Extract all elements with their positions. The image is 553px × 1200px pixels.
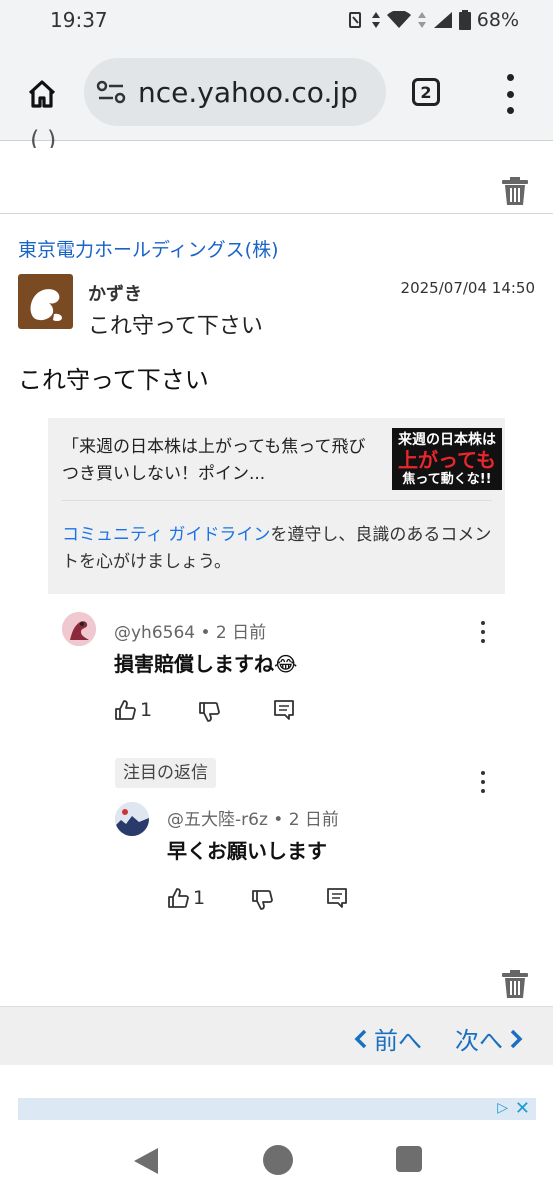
post-date: 2025/07/04 14:50	[400, 279, 535, 297]
site-settings-icon[interactable]	[96, 78, 126, 106]
more-dot	[481, 639, 485, 643]
prev-button[interactable]: 前へ	[354, 1021, 422, 1056]
reply-button[interactable]	[273, 699, 295, 721]
comment-text: 損害賠償しますね😂	[114, 652, 298, 676]
trash-icon	[502, 970, 528, 998]
recents-icon[interactable]	[396, 1146, 422, 1172]
menu-dot	[506, 107, 514, 114]
signal-icon	[433, 12, 452, 28]
url-text: nce.yahoo.co.jp	[138, 76, 358, 109]
tabs-button[interactable]: 2	[412, 78, 440, 106]
post-body: これ守って下さい	[18, 366, 209, 394]
guideline-notice: コミュニティ ガイドラインを遵守し、良識のあるコメントを心がけましょう。	[62, 522, 494, 576]
reply-avatar[interactable]	[115, 802, 149, 836]
stock-link[interactable]: 東京電力ホールディングス(株)	[18, 235, 279, 262]
thumbnail-line3: 焦って動くな!!	[402, 472, 492, 487]
thumbs-down-icon	[252, 890, 273, 910]
username[interactable]: かずき	[88, 280, 142, 306]
home-button[interactable]	[20, 72, 64, 116]
post-title: これ守って下さい	[88, 314, 263, 339]
chevron-left-icon	[354, 1029, 367, 1048]
home-circle-icon[interactable]	[263, 1145, 293, 1175]
delete-button[interactable]	[501, 969, 529, 999]
embed-thumbnail[interactable]: 来週の日本株は 上がっても 焦って動くな!!	[392, 428, 502, 490]
next-button[interactable]: 次へ	[455, 1021, 523, 1056]
chevron-right-icon	[510, 1029, 523, 1048]
more-dot	[481, 771, 485, 775]
data-arrows-icon	[371, 12, 380, 28]
menu-dot	[506, 74, 514, 81]
comment-handle[interactable]: @yh6564 • 2 日前	[114, 618, 266, 643]
status-bar: 19:37 68%	[0, 0, 553, 44]
like-count: 1	[193, 887, 206, 909]
next-label: 次へ	[455, 1027, 503, 1055]
thumbs-down-icon	[199, 702, 220, 722]
embed-card: 「来週の日本株は上がっても焦って飛びつき買いしない！ポイン... 来週の日本株は…	[48, 418, 505, 594]
vibrate-icon	[348, 12, 361, 28]
embed-article-link[interactable]: 「来週の日本株は上がっても焦って飛びつき買いしない！ポイン...	[62, 434, 382, 488]
user-avatar-icon	[30, 289, 62, 322]
tab-count: 2	[420, 82, 432, 102]
dislike-button[interactable]	[251, 889, 273, 911]
signal-arrows-icon	[417, 12, 426, 28]
status-icons: 68%	[347, 9, 519, 31]
divider	[0, 213, 553, 214]
system-nav-bar	[0, 1120, 553, 1200]
menu-button[interactable]	[500, 74, 520, 114]
browser-toolbar: nce.yahoo.co.jp 2	[0, 44, 553, 141]
thumbnail-line2: 上がっても	[398, 448, 496, 472]
pager: 前へ 次へ	[0, 1006, 553, 1065]
home-icon	[28, 80, 56, 108]
comment-more-button[interactable]	[480, 621, 486, 643]
adchoices-icon[interactable]: ▷	[497, 1100, 508, 1116]
dislike-button[interactable]	[198, 701, 220, 723]
like-button[interactable]: 1	[114, 699, 152, 721]
more-dot	[481, 621, 485, 625]
more-dot	[481, 780, 485, 784]
reply-text: 早くお願いします	[167, 839, 327, 863]
landscape-avatar-icon	[115, 802, 149, 836]
delete-button[interactable]	[501, 176, 529, 206]
trash-icon	[502, 177, 528, 205]
guideline-link[interactable]: コミュニティ ガイドライン	[62, 525, 270, 545]
status-time: 19:37	[50, 8, 108, 32]
more-dot	[481, 789, 485, 793]
reply-handle[interactable]: @五大陸-r6z • 2 日前	[167, 805, 339, 830]
menu-dot	[506, 90, 514, 98]
thumbnail-line1: 来週の日本株は	[398, 432, 496, 448]
like-count: 1	[140, 699, 153, 721]
battery-percent: 68%	[476, 9, 519, 31]
comment-avatar[interactable]	[62, 612, 96, 646]
reply-icon	[327, 888, 347, 908]
dragon-avatar-icon	[62, 612, 96, 646]
prev-label: 前へ	[374, 1027, 422, 1055]
more-dot	[481, 630, 485, 634]
avatar[interactable]	[18, 274, 73, 329]
divider	[62, 500, 492, 501]
reply-more-button[interactable]	[480, 771, 486, 793]
ad-banner[interactable]: ▷ ✕	[18, 1098, 536, 1120]
close-icon[interactable]: ✕	[515, 1098, 530, 1119]
battery-icon	[458, 10, 471, 30]
reply-button[interactable]	[326, 887, 348, 909]
address-bar[interactable]: nce.yahoo.co.jp	[84, 58, 386, 126]
thumbs-up-icon	[115, 700, 136, 720]
reply-icon	[274, 700, 294, 720]
featured-reply-label: 注目の返信	[115, 758, 216, 788]
back-icon[interactable]	[132, 1146, 160, 1176]
previous-post-text: ( )	[30, 128, 57, 148]
thumbs-up-icon	[168, 888, 189, 908]
like-button[interactable]: 1	[167, 887, 205, 909]
wifi-icon	[386, 11, 411, 28]
